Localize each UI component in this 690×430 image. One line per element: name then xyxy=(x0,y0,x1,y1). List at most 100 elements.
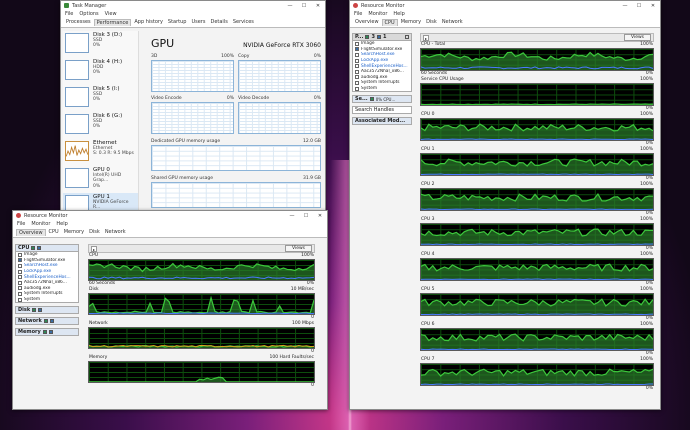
process-checkbox[interactable] xyxy=(18,269,22,274)
graph-cpu-0[interactable]: CPU 0 100% 0% xyxy=(420,112,654,147)
associated-modules-header[interactable]: Associated Mod... xyxy=(352,117,412,126)
engine-label[interactable]: Copy xyxy=(238,54,249,60)
panel-header-memory[interactable]: Memory xyxy=(15,328,79,337)
process-checkbox[interactable] xyxy=(355,52,359,57)
engine-label[interactable]: Video Encode xyxy=(151,96,182,102)
maximize-icon[interactable]: ☐ xyxy=(632,3,646,9)
graph-cpu-total[interactable]: CPU - Total 100% 60 Seconds 0% xyxy=(420,42,654,77)
tab-details[interactable]: Details xyxy=(208,19,229,26)
graph-memory[interactable]: Memory 100 Hard Faults/sec 0 xyxy=(88,355,315,389)
process-row[interactable]: System xyxy=(353,86,411,92)
close-icon[interactable]: ✕ xyxy=(313,213,327,219)
graph-cpu-5[interactable]: CPU 5 100% 0% xyxy=(420,287,654,322)
process-checkbox[interactable] xyxy=(355,69,359,74)
views-button[interactable]: Views xyxy=(284,245,312,252)
process-checkbox[interactable] xyxy=(18,275,22,280)
tab-network[interactable]: Network xyxy=(440,19,465,26)
engine-graph-3d[interactable]: 3D 100% xyxy=(151,54,234,92)
graph-network[interactable]: Network 100 Mbps 0 xyxy=(88,321,315,355)
tab-cpu[interactable]: CPU xyxy=(381,19,398,26)
menu-help[interactable]: Help xyxy=(56,221,67,227)
graph-cpu-7[interactable]: CPU 7 100% 0% xyxy=(420,357,654,392)
maximize-icon[interactable]: ☐ xyxy=(299,213,313,219)
cpu-panel-header[interactable]: CPU xyxy=(15,244,79,252)
engine-graph-video-encode[interactable]: Video Encode 0% xyxy=(151,96,234,134)
device-item-ethernet[interactable]: Ethernet Ethernet S: 0.3 R: 9.5 Mbps xyxy=(63,139,138,166)
panel-header-network[interactable]: Network xyxy=(15,317,79,326)
graph-cpu-3[interactable]: CPU 3 100% 0% xyxy=(420,217,654,252)
title-bar[interactable]: Task Manager — ☐ ✕ xyxy=(61,1,325,10)
graph-cpu-1[interactable]: CPU 1 100% 0% xyxy=(420,147,654,182)
menu-file[interactable]: File xyxy=(17,221,25,227)
menu-monitor[interactable]: Monitor xyxy=(31,221,50,227)
engine-graph-video-decode[interactable]: Video Decode 0% xyxy=(238,96,321,134)
views-button[interactable]: Views xyxy=(623,34,651,41)
tab-users[interactable]: Users xyxy=(189,19,207,26)
tab-disk[interactable]: Disk xyxy=(87,229,102,236)
process-checkbox[interactable] xyxy=(18,291,22,296)
services-panel-header[interactable]: Se... 0% CPU... xyxy=(352,95,412,104)
process-checkbox[interactable] xyxy=(18,297,22,302)
collapse-icon[interactable] xyxy=(405,35,409,39)
title-bar[interactable]: Resource Monitor — ☐ ✕ xyxy=(13,211,327,220)
tab-startup[interactable]: Startup xyxy=(166,19,189,26)
menu-file[interactable]: File xyxy=(354,11,362,17)
maximize-icon[interactable]: ☐ xyxy=(297,3,311,9)
menu-monitor[interactable]: Monitor xyxy=(368,11,387,17)
tab-memory[interactable]: Memory xyxy=(399,19,423,26)
graph-disk[interactable]: Disk 10 MB/sec 0 xyxy=(88,287,315,321)
process-checkbox[interactable] xyxy=(355,75,359,80)
process-checkbox[interactable] xyxy=(355,58,359,63)
tab-overview[interactable]: Overview xyxy=(16,229,46,236)
process-checkbox[interactable] xyxy=(18,252,22,257)
engine-label[interactable]: Video Decode xyxy=(238,96,269,102)
device-item-disk-6-g[interactable]: Disk 6 (G:) SSD 0% xyxy=(63,112,138,139)
tab-overview[interactable]: Overview xyxy=(353,19,381,26)
processes-panel-header[interactable]: P... 3 1 xyxy=(352,33,412,41)
process-checkbox[interactable] xyxy=(18,280,22,285)
process-checkbox[interactable] xyxy=(355,80,359,85)
expand-arrow-icon[interactable]: ▸ xyxy=(91,245,97,252)
tab-memory[interactable]: Memory xyxy=(62,229,86,236)
minimize-icon[interactable]: — xyxy=(618,3,632,9)
process-checkbox[interactable] xyxy=(18,258,22,263)
device-item-gpu-0[interactable]: GPU 0 Intel(R) UHD Grap... 0% xyxy=(63,166,138,193)
tab-network[interactable]: Network xyxy=(103,229,128,236)
minimize-icon[interactable]: — xyxy=(285,213,299,219)
process-row[interactable]: System xyxy=(16,297,78,303)
close-icon[interactable]: ✕ xyxy=(311,3,325,9)
tab-app-history[interactable]: App history xyxy=(132,19,165,26)
tab-processes[interactable]: Processes xyxy=(64,19,93,26)
graph-cpu-2[interactable]: CPU 2 100% 0% xyxy=(420,182,654,217)
process-checkbox[interactable] xyxy=(355,86,359,91)
title-bar[interactable]: Resource Monitor — ☐ ✕ xyxy=(350,1,660,10)
panel-header-disk[interactable]: Disk xyxy=(15,306,79,315)
engine-graph-copy[interactable]: Copy 0% xyxy=(238,54,321,92)
minimize-icon[interactable]: — xyxy=(283,3,297,9)
menu-options[interactable]: Options xyxy=(79,11,98,17)
process-checkbox[interactable] xyxy=(355,47,359,52)
tab-disk[interactable]: Disk xyxy=(424,19,439,26)
graph-cpu[interactable]: CPU 100% 60 Seconds 0% xyxy=(88,253,315,287)
device-item-disk-5-i[interactable]: Disk 5 (I:) SSD 0% xyxy=(63,85,138,112)
process-row[interactable]: Aac3572Nhal_x86... xyxy=(353,69,411,75)
expand-arrow-icon[interactable]: ▸ xyxy=(423,34,429,41)
menu-view[interactable]: View xyxy=(105,11,117,17)
graph-service-cpu-usage[interactable]: Service CPU Usage 100% 0% xyxy=(420,77,654,112)
process-checkbox[interactable] xyxy=(18,286,22,291)
device-item-disk-3-d[interactable]: Disk 3 (D:) SSD 0% xyxy=(63,31,138,58)
tab-performance[interactable]: Performance xyxy=(93,19,132,26)
close-icon[interactable]: ✕ xyxy=(646,3,660,9)
graph-cpu-4[interactable]: CPU 4 100% 0% xyxy=(420,252,654,287)
tab-services[interactable]: Services xyxy=(231,19,256,26)
graph-cpu-6[interactable]: CPU 6 100% 0% xyxy=(420,322,654,357)
engine-label[interactable]: 3D xyxy=(151,54,157,60)
tab-cpu[interactable]: CPU xyxy=(47,229,61,236)
process-checkbox[interactable] xyxy=(18,263,22,268)
menu-help[interactable]: Help xyxy=(393,11,404,17)
search-handles-field[interactable]: Search Handles xyxy=(352,106,412,115)
process-checkbox[interactable] xyxy=(355,41,359,46)
process-checkbox[interactable] xyxy=(355,64,359,69)
device-item-disk-4-h[interactable]: Disk 4 (H:) HDD 0% xyxy=(63,58,138,85)
menu-file[interactable]: File xyxy=(65,11,73,17)
